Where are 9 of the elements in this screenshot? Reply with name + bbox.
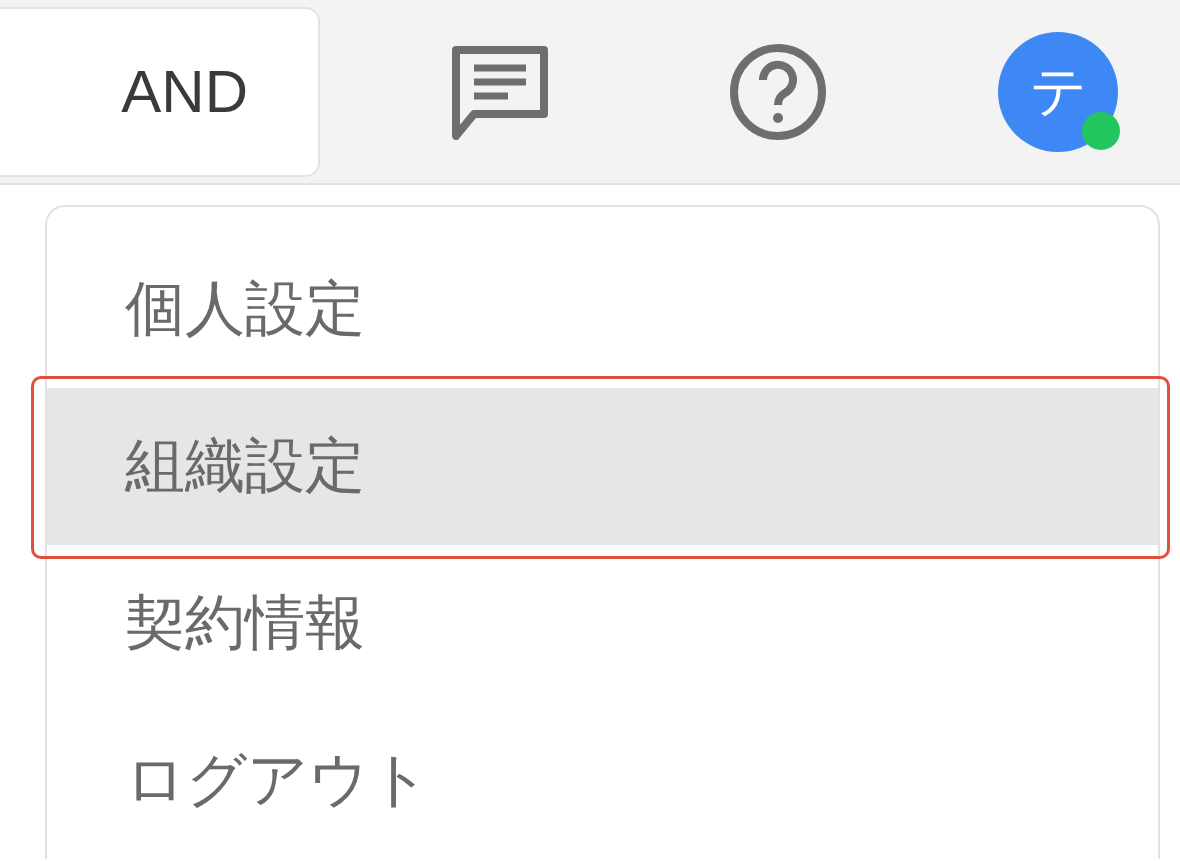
avatar-initial: テ	[1029, 56, 1087, 125]
search-mode-button[interactable]: AND	[0, 6, 320, 177]
user-avatar[interactable]: テ	[998, 31, 1118, 152]
menu-item[interactable]: 組織設定	[47, 388, 1158, 545]
menu-item[interactable]: 契約情報	[47, 545, 1158, 702]
menu-item[interactable]: ログアウト	[47, 702, 1158, 859]
menu-item[interactable]: 個人設定	[47, 231, 1158, 388]
chat-icon[interactable]	[450, 43, 550, 140]
help-icon[interactable]	[728, 41, 828, 142]
